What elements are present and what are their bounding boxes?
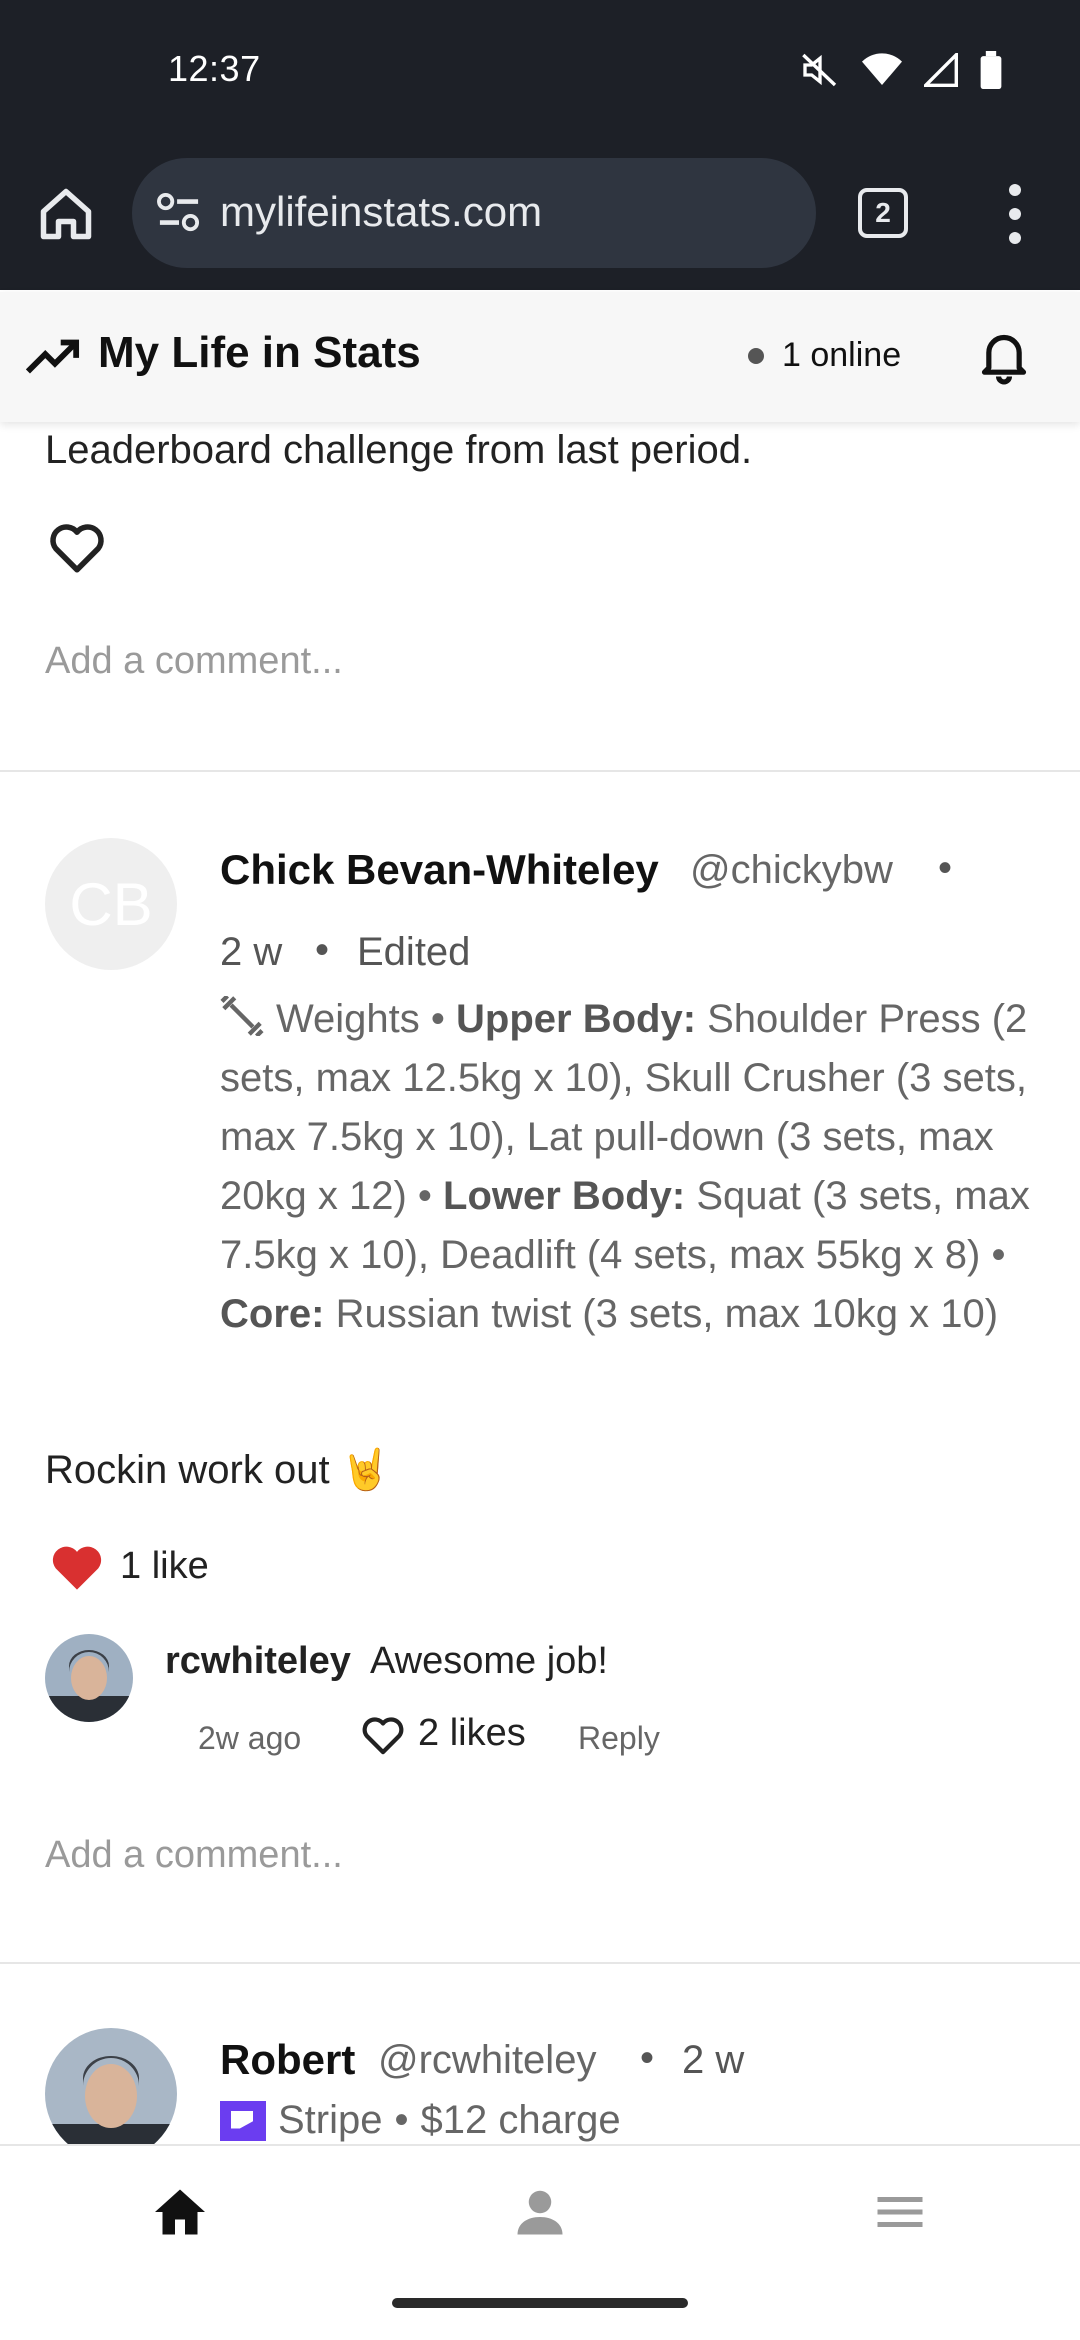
avatar[interactable]: CB xyxy=(45,838,177,970)
gesture-navigation-bar[interactable] xyxy=(392,2298,688,2308)
comment-username[interactable]: rcwhiteley xyxy=(165,1640,351,1683)
mute-icon xyxy=(802,53,837,87)
workout-group: Upper Body: xyxy=(456,997,697,1041)
separator-dot: • xyxy=(315,928,330,972)
profile-icon[interactable] xyxy=(510,2182,570,2242)
previous-post-text: Leaderboard challenge from last period. xyxy=(45,428,753,472)
heart-outline-icon[interactable] xyxy=(360,1713,406,1755)
post-edited-label: Edited xyxy=(357,930,471,974)
separator-dot: • xyxy=(640,2036,655,2080)
liked-heart-icon[interactable] xyxy=(48,1540,106,1592)
online-indicator: 1 online xyxy=(748,336,901,375)
status-icons xyxy=(800,50,1002,90)
post-author-name[interactable]: Robert xyxy=(220,2036,355,2084)
notifications-bell-icon[interactable] xyxy=(978,328,1030,386)
add-comment-input[interactable]: Add a comment... xyxy=(45,640,343,683)
status-bar: 12:37 xyxy=(0,0,1080,140)
like-heart-icon[interactable] xyxy=(47,518,107,574)
post-divider xyxy=(0,770,1080,772)
status-time: 12:37 xyxy=(168,48,261,89)
url-text[interactable]: mylifeinstats.com xyxy=(220,188,542,236)
workout-group: Lower Body: xyxy=(443,1174,686,1218)
avatar[interactable] xyxy=(45,2028,177,2144)
stripe-icon xyxy=(220,2100,266,2141)
comment-like-count: 2 likes xyxy=(418,1712,526,1754)
workout-group: Core: xyxy=(220,1292,325,1336)
home-icon[interactable] xyxy=(150,2182,210,2242)
dumbbell-icon xyxy=(220,996,264,1036)
separator-dot: • xyxy=(394,2098,409,2142)
activity-type: Weights xyxy=(276,997,420,1041)
site-settings-icon[interactable] xyxy=(156,192,202,234)
signal-icon xyxy=(924,53,958,87)
comment-like-button[interactable]: 2 likes xyxy=(360,1712,526,1755)
post-author-handle[interactable]: @rcwhiteley xyxy=(378,2038,596,2083)
post-divider xyxy=(0,1962,1080,1964)
menu-icon[interactable] xyxy=(870,2182,930,2242)
comment-text: Awesome job! xyxy=(370,1640,608,1682)
tab-switcher-button[interactable]: 2 xyxy=(858,188,908,238)
battery-icon xyxy=(980,51,1002,89)
separator-dot: • xyxy=(938,846,953,890)
post-author-name[interactable]: Chick Bevan-Whiteley xyxy=(220,846,659,894)
wifi-icon xyxy=(862,53,902,85)
browser-menu-icon[interactable] xyxy=(1000,184,1030,244)
post-like-count: 1 like xyxy=(120,1544,209,1587)
user-photo-icon xyxy=(45,1634,133,1722)
post-author-handle[interactable]: @chickybw xyxy=(690,848,893,893)
address-bar[interactable]: mylifeinstats.com xyxy=(132,158,816,268)
browser-home-icon[interactable] xyxy=(36,184,96,244)
add-comment-input[interactable]: Add a comment... xyxy=(45,1834,343,1877)
app-title[interactable]: My Life in Stats xyxy=(98,328,421,378)
feed: Leaderboard challenge from last period. … xyxy=(0,422,1080,2144)
activity-detail: $12 charge xyxy=(420,2098,621,2142)
bottom-navigation xyxy=(0,2144,1080,2340)
activity-summary: Stripe • $12 charge xyxy=(220,2098,621,2143)
comment-time: 2w ago xyxy=(198,1720,302,1756)
post-body-text: Rockin work out 🤘 xyxy=(45,1448,391,1492)
online-count: 1 online xyxy=(782,336,902,374)
activity-source: Stripe xyxy=(278,2098,383,2142)
online-dot-icon xyxy=(748,347,764,364)
comment-avatar[interactable] xyxy=(45,1634,133,1722)
app-header: My Life in Stats 1 online xyxy=(0,292,1080,422)
workout-summary: Weights • Upper Body: Shoulder Press (2 … xyxy=(220,996,1030,1336)
post-likes[interactable]: 1 like xyxy=(48,1540,209,1592)
browser-toolbar: mylifeinstats.com 2 xyxy=(0,140,1080,290)
workout-detail: Russian twist (3 sets, max 10kg x 10) xyxy=(324,1292,999,1336)
user-photo-icon xyxy=(45,2028,177,2144)
post-age: 2 w xyxy=(682,2038,745,2082)
post-age: 2 w xyxy=(220,930,283,974)
reply-button[interactable]: Reply xyxy=(578,1720,660,1757)
trending-up-icon[interactable] xyxy=(26,336,80,376)
